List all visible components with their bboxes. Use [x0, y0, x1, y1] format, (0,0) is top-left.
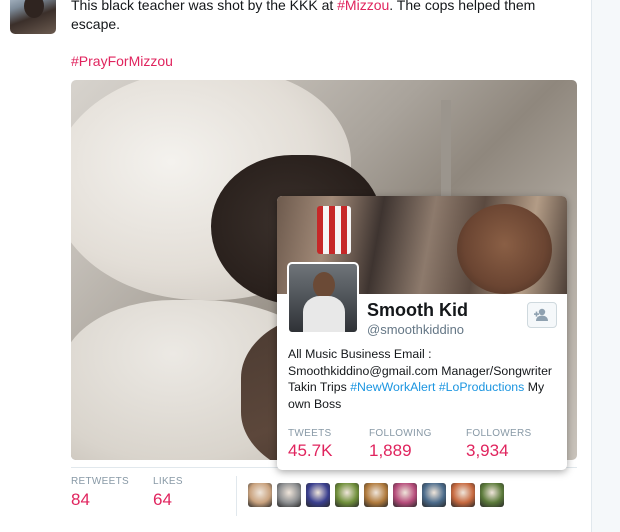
- hashtag-newworkalert-link[interactable]: #NewWorkAlert: [350, 380, 435, 394]
- liker-avatar-2[interactable]: [277, 483, 301, 507]
- liker-avatar-6[interactable]: [393, 483, 417, 507]
- banner-region: [457, 204, 552, 294]
- hashtag-prayformizzou-link[interactable]: #PrayForMizzou: [71, 52, 173, 71]
- stat-label: TWEETS: [288, 428, 332, 439]
- hashtag-mizzou-link[interactable]: #Mizzou: [337, 0, 389, 13]
- follow-button[interactable]: [527, 302, 557, 328]
- tweet-text-part: This black teacher was shot by the KKK a…: [71, 0, 338, 13]
- profile-name[interactable]: Smooth Kid: [367, 300, 468, 321]
- stat-followers[interactable]: FOLLOWERS 3,934: [466, 428, 532, 461]
- avatar-region: [303, 296, 345, 332]
- likes-label: LIKES: [153, 476, 183, 487]
- banner-region: [317, 206, 351, 254]
- liker-avatar-4[interactable]: [335, 483, 359, 507]
- liker-avatar-3[interactable]: [306, 483, 330, 507]
- stat-value: 1,889: [369, 441, 412, 460]
- likes-stat[interactable]: LIKES 64: [153, 476, 183, 510]
- retweets-stat[interactable]: RETWEETS 84: [71, 476, 129, 510]
- profile-handle[interactable]: @smoothkiddino: [367, 322, 464, 337]
- page: This black teacher was shot by the KKK a…: [0, 0, 620, 532]
- retweets-label: RETWEETS: [71, 476, 129, 487]
- avatar-face: [24, 0, 44, 18]
- profile-avatar[interactable]: [287, 262, 359, 334]
- likes-count: 64: [153, 490, 172, 509]
- liker-avatar-8[interactable]: [451, 483, 475, 507]
- liker-avatar-5[interactable]: [364, 483, 388, 507]
- stat-label: FOLLOWERS: [466, 428, 532, 439]
- tweet-text: This black teacher was shot by the KKK a…: [71, 0, 571, 34]
- profile-stats: TWEETS 45.7K FOLLOWING 1,889 FOLLOWERS 3…: [288, 428, 558, 464]
- divider: [236, 476, 237, 516]
- add-user-icon: [534, 308, 548, 321]
- stat-label: FOLLOWING: [369, 428, 432, 439]
- profile-bio: All Music Business Email : Smoothkiddino…: [288, 346, 560, 412]
- stat-value: 3,934: [466, 441, 509, 460]
- stat-following[interactable]: FOLLOWING 1,889: [369, 428, 432, 461]
- stat-tweets[interactable]: TWEETS 45.7K: [288, 428, 332, 461]
- hashtag-loproductions-link[interactable]: #LoProductions: [439, 380, 524, 394]
- retweets-count: 84: [71, 490, 90, 509]
- liker-avatar-9[interactable]: [480, 483, 504, 507]
- stat-value: 45.7K: [288, 441, 333, 460]
- avatar-region: [313, 272, 335, 298]
- liker-avatar-7[interactable]: [422, 483, 446, 507]
- profile-hovercard: Smooth Kid @smoothkiddino All Music Busi…: [277, 196, 567, 470]
- tweet-author-avatar[interactable]: [10, 0, 56, 34]
- liker-avatar-1[interactable]: [248, 483, 272, 507]
